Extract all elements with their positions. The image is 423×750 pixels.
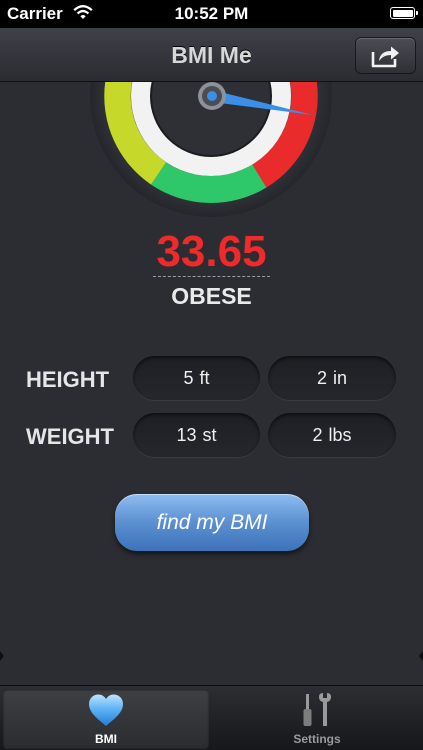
corner-notch-left	[0, 651, 4, 661]
corner-notch-right	[419, 651, 423, 661]
battery-icon	[390, 7, 418, 19]
weight-pounds-value: 2	[312, 425, 323, 445]
height-feet-value: 5	[183, 368, 194, 388]
nav-bar: BMI Me	[0, 28, 423, 82]
find-bmi-button[interactable]: find my BMI	[115, 494, 309, 551]
weight-stone-unit: st	[202, 425, 217, 445]
tab-bmi-label: BMI	[95, 732, 117, 746]
weight-label: WEIGHT	[26, 424, 114, 449]
share-button[interactable]	[355, 37, 416, 74]
weight-pounds-unit: lbs	[328, 425, 352, 445]
share-icon	[371, 46, 399, 68]
weight-pounds-field[interactable]: 2 lbs	[268, 413, 396, 457]
tools-icon	[303, 693, 331, 726]
tab-settings[interactable]: Settings	[214, 689, 420, 749]
tab-bmi[interactable]: BMI	[3, 689, 209, 749]
height-inches-value: 2	[316, 368, 327, 388]
status-bar: Carrier 10:52 PM	[0, 0, 423, 28]
height-inches-field[interactable]: 2 in	[268, 356, 396, 400]
bmi-gauge	[90, 82, 332, 217]
weight-stone-value: 13	[176, 425, 197, 445]
heart-icon	[89, 694, 123, 726]
bmi-value: 33.65	[156, 227, 267, 276]
height-inches-unit: in	[333, 368, 348, 388]
tab-bar: BMI Settings	[0, 685, 423, 750]
bmi-category: OBESE	[171, 283, 252, 309]
clock: 10:52 PM	[174, 4, 249, 23]
height-feet-field[interactable]: 5 ft	[133, 356, 260, 400]
main-content: 33.65 OBESE HEIGHT 5 ft 2 in WEIGHT 13st 2…	[0, 82, 423, 685]
tab-settings-label: Settings	[293, 732, 341, 746]
height-label: HEIGHT	[26, 367, 110, 392]
height-feet-unit: ft	[199, 368, 210, 388]
weight-stone-field[interactable]: 13st	[133, 413, 260, 457]
bmi-underline	[153, 276, 270, 277]
